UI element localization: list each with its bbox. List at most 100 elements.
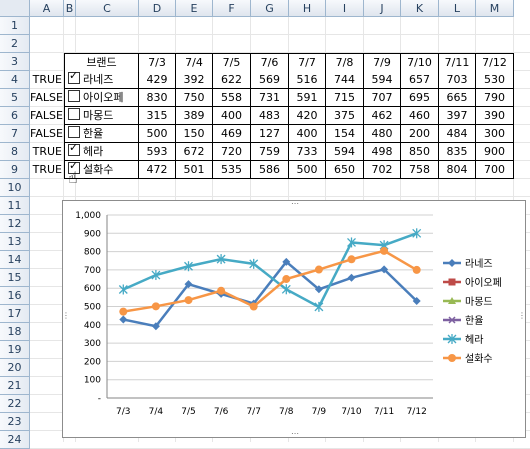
value-cell[interactable]: 715: [326, 89, 364, 107]
row-header-1[interactable]: 1: [0, 17, 30, 35]
select-all-corner[interactable]: [0, 0, 30, 17]
value-cell[interactable]: 375: [326, 107, 364, 125]
value-cell[interactable]: 695: [401, 89, 439, 107]
column-header-D[interactable]: D: [139, 0, 176, 17]
value-cell[interactable]: 501: [176, 161, 213, 179]
value-cell[interactable]: 594: [364, 71, 401, 89]
value-cell[interactable]: 154: [326, 125, 364, 143]
brand-name-cell[interactable]: 마몽드: [64, 107, 139, 125]
row-header-3[interactable]: 3: [0, 53, 30, 71]
row-header-23[interactable]: 23: [0, 413, 30, 431]
visibility-flag[interactable]: TRUE: [30, 71, 62, 89]
value-cell[interactable]: 315: [139, 107, 176, 125]
column-header-F[interactable]: F: [213, 0, 251, 17]
row-header-22[interactable]: 22: [0, 395, 30, 413]
row-header-21[interactable]: 21: [0, 377, 30, 395]
brand-checkbox[interactable]: [68, 126, 80, 138]
row-header-17[interactable]: 17: [0, 305, 30, 323]
column-header-H[interactable]: H: [289, 0, 326, 17]
brand-checkbox[interactable]: ✓: [68, 142, 80, 156]
column-header-M[interactable]: M: [476, 0, 514, 17]
value-cell[interactable]: 535: [213, 161, 251, 179]
row-header-5[interactable]: 5: [0, 89, 30, 107]
row-header-6[interactable]: 6: [0, 107, 30, 125]
visibility-flag[interactable]: FALSE: [30, 89, 63, 107]
value-cell[interactable]: 472: [139, 161, 176, 179]
value-cell[interactable]: 835: [439, 143, 476, 161]
chart-resize-handle-left[interactable]: ⋮: [62, 312, 70, 320]
row-header-20[interactable]: 20: [0, 359, 30, 377]
date-header[interactable]: 7/10: [401, 53, 439, 72]
date-header[interactable]: 7/7: [289, 53, 326, 72]
value-cell[interactable]: 804: [439, 161, 476, 179]
row-header-8[interactable]: 8: [0, 143, 30, 161]
value-cell[interactable]: 731: [251, 89, 289, 107]
value-cell[interactable]: 657: [401, 71, 439, 89]
value-cell[interactable]: 700: [476, 161, 514, 179]
chart-resize-handle-bottom[interactable]: ⋯: [291, 430, 299, 438]
row-header-10[interactable]: 10: [0, 179, 30, 197]
value-cell[interactable]: 480: [364, 125, 401, 143]
brand-checkbox[interactable]: [68, 108, 80, 120]
column-header-B[interactable]: B: [64, 0, 76, 17]
value-cell[interactable]: 850: [401, 143, 439, 161]
value-cell[interactable]: 127: [251, 125, 289, 143]
row-header-12[interactable]: 12: [0, 215, 30, 233]
value-cell[interactable]: 702: [364, 161, 401, 179]
column-header-L[interactable]: L: [439, 0, 476, 17]
value-cell[interactable]: 200: [401, 125, 439, 143]
value-cell[interactable]: 516: [289, 71, 326, 89]
value-cell[interactable]: 744: [326, 71, 364, 89]
value-cell[interactable]: 392: [176, 71, 213, 89]
value-cell[interactable]: 400: [213, 107, 251, 125]
value-cell[interactable]: 790: [476, 89, 514, 107]
date-header[interactable]: 7/12: [476, 53, 514, 72]
value-cell[interactable]: 484: [439, 125, 476, 143]
visibility-flag[interactable]: TRUE: [30, 143, 62, 161]
value-cell[interactable]: 758: [401, 161, 439, 179]
value-cell[interactable]: 500: [139, 125, 176, 143]
value-cell[interactable]: 558: [213, 89, 251, 107]
value-cell[interactable]: 530: [476, 71, 514, 89]
date-header[interactable]: 7/9: [364, 53, 401, 72]
row-header-18[interactable]: 18: [0, 323, 30, 341]
value-cell[interactable]: 591: [289, 89, 326, 107]
value-cell[interactable]: 498: [364, 143, 401, 161]
date-header[interactable]: 7/6: [251, 53, 289, 72]
value-cell[interactable]: 462: [364, 107, 401, 125]
value-cell[interactable]: 750: [176, 89, 213, 107]
row-header-15[interactable]: 15: [0, 269, 30, 287]
value-cell[interactable]: 707: [364, 89, 401, 107]
value-cell[interactable]: 900: [476, 143, 514, 161]
column-header-J[interactable]: J: [364, 0, 401, 17]
date-header[interactable]: 7/5: [213, 53, 251, 72]
value-cell[interactable]: 150: [176, 125, 213, 143]
date-header[interactable]: 7/11: [439, 53, 476, 72]
value-cell[interactable]: 733: [289, 143, 326, 161]
visibility-flag[interactable]: FALSE: [30, 125, 63, 143]
row-header-9[interactable]: 9: [0, 161, 30, 179]
value-cell[interactable]: 460: [401, 107, 439, 125]
column-header-E[interactable]: E: [176, 0, 213, 17]
value-cell[interactable]: 703: [439, 71, 476, 89]
brand-checkbox[interactable]: [68, 90, 80, 102]
value-cell[interactable]: 622: [213, 71, 251, 89]
value-cell[interactable]: 389: [176, 107, 213, 125]
value-cell[interactable]: 672: [176, 143, 213, 161]
row-header-14[interactable]: 14: [0, 251, 30, 269]
date-header[interactable]: 7/8: [326, 53, 364, 72]
column-header-C[interactable]: C: [76, 0, 139, 17]
column-header-A[interactable]: A: [30, 0, 64, 17]
row-header-11[interactable]: 11: [0, 197, 30, 215]
date-header[interactable]: 7/3: [139, 53, 176, 72]
column-header-I[interactable]: I: [326, 0, 364, 17]
value-cell[interactable]: 300: [476, 125, 514, 143]
value-cell[interactable]: 759: [251, 143, 289, 161]
visibility-flag[interactable]: TRUE: [30, 161, 62, 179]
value-cell[interactable]: 593: [139, 143, 176, 161]
value-cell[interactable]: 483: [251, 107, 289, 125]
value-cell[interactable]: 400: [289, 125, 326, 143]
date-header[interactable]: 7/4: [176, 53, 213, 72]
column-header-G[interactable]: G: [251, 0, 289, 17]
row-header-16[interactable]: 16: [0, 287, 30, 305]
